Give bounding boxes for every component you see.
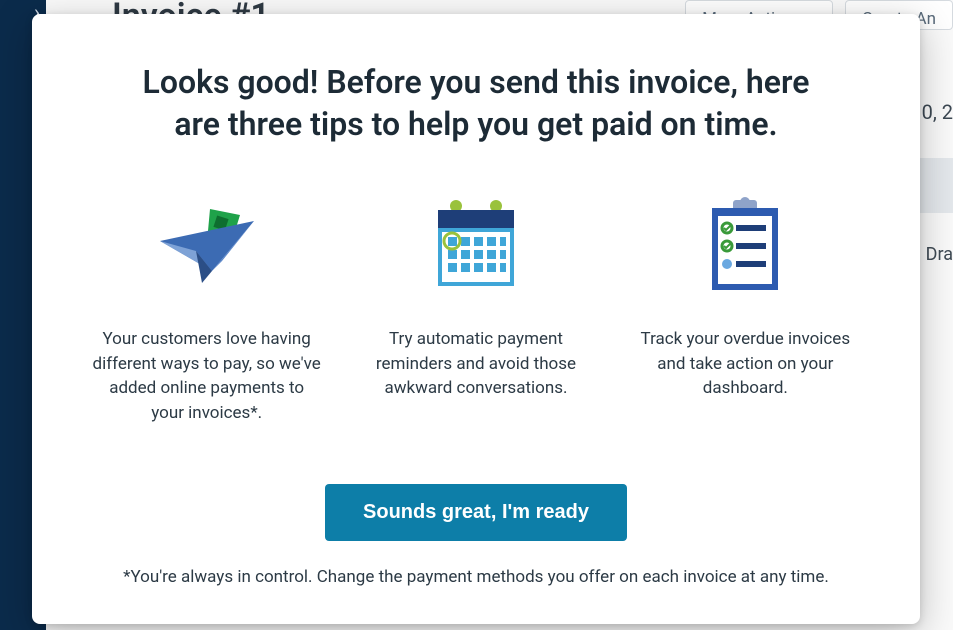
invoice-status-fragment: Dra [926,244,953,265]
tip-text: Your customers love having different way… [92,327,321,426]
tip-text: Try automatic payment reminders and avoi… [361,327,590,401]
tip-track-overdue: Track your overdue invoices and take act… [631,191,860,426]
calendar-icon [416,191,536,301]
tips-row: Your customers love having different way… [92,191,860,426]
paper-plane-money-icon [147,191,267,301]
modal-footnote: *You're always in control. Change the pa… [123,567,829,587]
clipboard-checklist-icon [685,191,805,301]
tip-text: Track your overdue invoices and take act… [631,327,860,401]
invoice-date-fragment: 0, 2 [922,100,953,124]
first-invoice-tips-modal: Looks good! Before you send this invoice… [32,14,920,624]
sounds-great-button[interactable]: Sounds great, I'm ready [325,484,627,541]
tip-payment-reminders: Try automatic payment reminders and avoi… [361,191,590,426]
tip-online-payments: Your customers love having different way… [92,191,321,426]
modal-title: Looks good! Before you send this invoice… [126,62,826,145]
